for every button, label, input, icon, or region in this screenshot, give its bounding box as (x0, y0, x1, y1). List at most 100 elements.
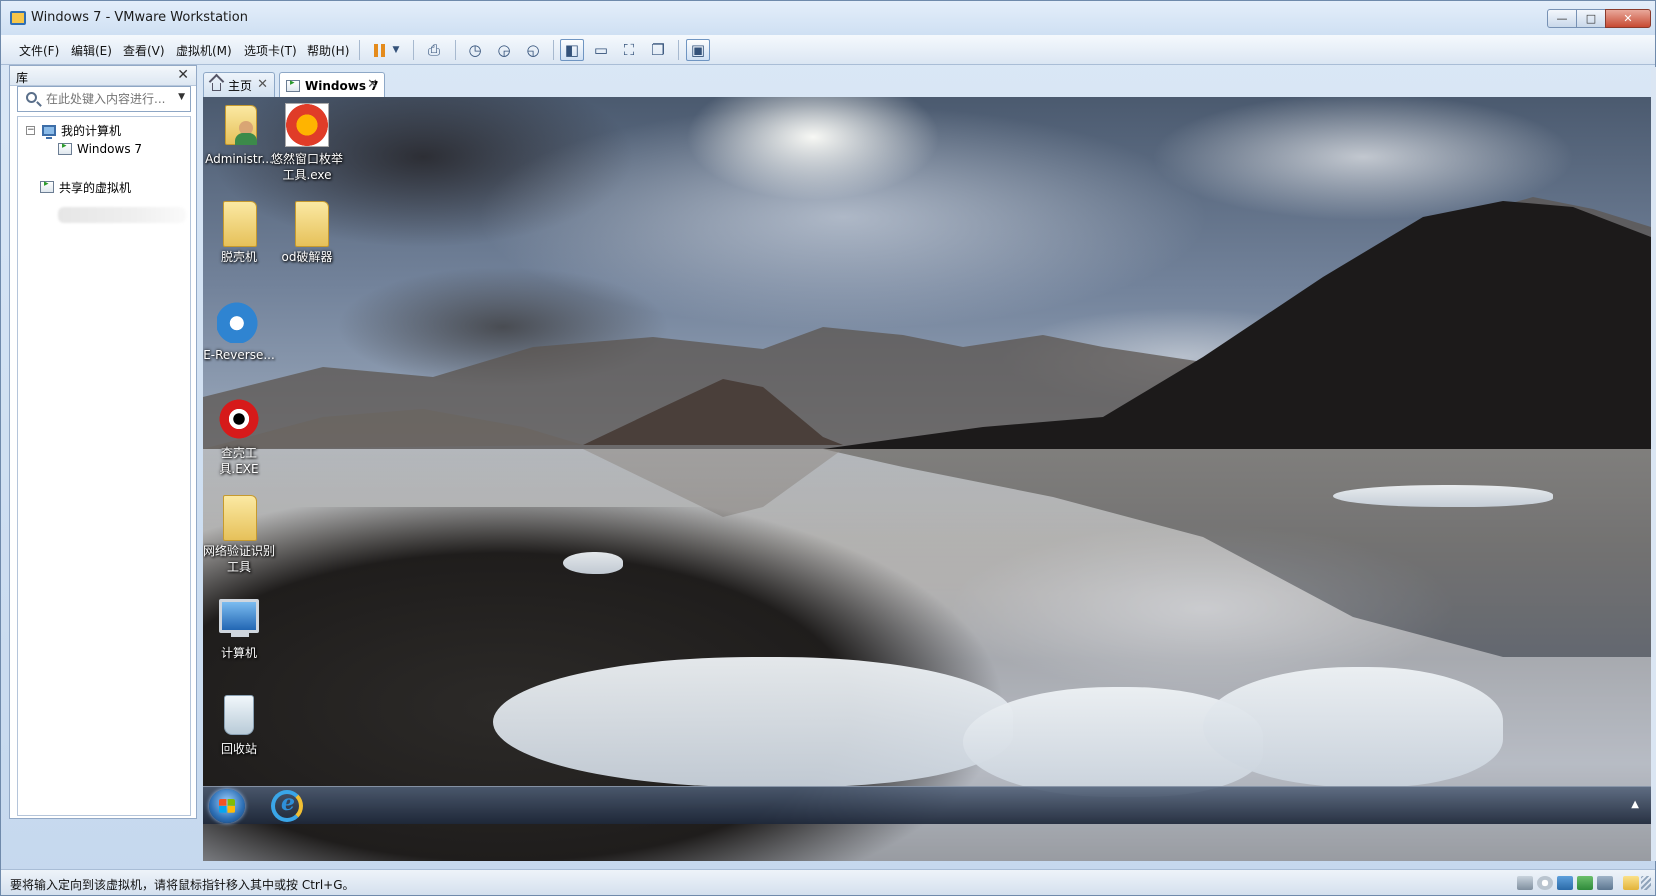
sound-card-icon[interactable] (1597, 876, 1613, 890)
console-view-button[interactable]: ▣ (686, 39, 710, 61)
resize-grip[interactable] (1641, 876, 1651, 890)
tab-home[interactable]: 主页 ✕ (203, 72, 275, 97)
tab-close-icon[interactable]: ✕ (257, 77, 268, 92)
search-icon (26, 92, 37, 103)
folder-icon (285, 201, 329, 247)
usb-device-icon[interactable] (1577, 876, 1593, 890)
show-thumbnail-bar-button[interactable]: ▭ (589, 39, 613, 61)
tab-close-icon[interactable]: ✕ (367, 77, 378, 92)
take-snapshot-button[interactable]: ◷ (463, 39, 487, 61)
recycle-bin-icon (217, 693, 261, 737)
tab-label: 主页 (228, 78, 253, 93)
pause-icon (373, 43, 385, 57)
network-adapter-icon[interactable] (1557, 876, 1573, 890)
menu-help[interactable]: 帮助(H) (307, 42, 349, 59)
message-log-icon[interactable] (1623, 876, 1639, 890)
menu-toolbar: 文件(F) 编辑(E) 查看(V) 虚拟机(M) 选项卡(T) 帮助(H) ▼ … (1, 35, 1655, 65)
tree-item-label: 我的计算机 (61, 123, 122, 138)
computer-icon (42, 124, 56, 139)
collapse-icon[interactable]: − (26, 125, 35, 135)
maximize-button[interactable]: □ (1576, 9, 1606, 28)
revert-snapshot-button[interactable]: ◶ (492, 39, 516, 61)
tree-item-my-computer[interactable]: − 我的计算机 (26, 121, 121, 139)
library-tree: − 我的计算机 Windows 7 共享的虚拟机 (17, 116, 191, 816)
library-search-input[interactable] (46, 90, 172, 108)
full-screen-button[interactable]: ⛶ (617, 39, 641, 61)
chevron-down-icon[interactable]: ▼ (178, 92, 185, 102)
app-icon (217, 299, 261, 343)
status-bar: 要将输入定向到该虚拟机，请将鼠标指针移入其中或按 Ctrl+G。 (1, 869, 1655, 895)
cd-drive-icon[interactable] (1537, 876, 1553, 890)
tree-item-windows7[interactable]: Windows 7 (58, 140, 142, 158)
keyboard-icon: ⎙ (427, 40, 440, 59)
vm-screen[interactable]: Administr... 悠然窗口枚举工具.exe 脱壳机 od破解器 E-Re… (203, 97, 1651, 861)
tray-expand-icon[interactable]: ▲ (1631, 799, 1639, 810)
desktop-icon-od-cracker[interactable]: od破解器 (271, 201, 343, 265)
menu-tabs[interactable]: 选项卡(T) (244, 42, 297, 59)
wallpaper-ice (1203, 667, 1503, 787)
desktop-icon-window-enum-tool[interactable]: 悠然窗口枚举工具.exe (271, 103, 343, 183)
right-edge-strip (1651, 67, 1656, 861)
hard-disk-icon[interactable] (1517, 876, 1533, 890)
desktop-icon-network-verify-tool[interactable]: 网络验证识别工具 (203, 495, 275, 575)
tree-item-shared-vms[interactable]: 共享的虚拟机 (40, 178, 131, 196)
snapshot-manager-icon: ◵ (526, 40, 540, 59)
app-exe-icon (285, 103, 329, 147)
wallpaper-ice (493, 657, 1013, 787)
unity-button[interactable]: ❐ (646, 39, 670, 61)
console-view-icon: ▣ (690, 40, 706, 59)
desktop-icon-e-reverse[interactable]: E-Reverse... (203, 299, 275, 363)
internet-explorer-icon[interactable] (271, 790, 303, 822)
wallpaper-ice (563, 552, 623, 574)
library-header: 库 ✕ (10, 66, 196, 86)
library-panel: 库 ✕ ▼ − 我的计算机 Windows 7 共享的虚拟机 (9, 65, 197, 819)
unity-icon: ❐ (651, 40, 665, 59)
tab-windows7[interactable]: Windows 7 ✕ (279, 72, 385, 98)
thumbnail-bar-icon: ▭ (593, 40, 609, 59)
minimize-button[interactable]: — (1547, 9, 1577, 28)
menu-vm[interactable]: 虚拟机(M) (176, 42, 232, 59)
folder-icon (217, 495, 261, 541)
chevron-down-icon: ▼ (392, 44, 400, 55)
desktop-icon-administrator[interactable]: Administr... (203, 103, 275, 167)
library-close-icon[interactable]: ✕ (177, 67, 189, 83)
full-screen-icon: ⛶ (623, 40, 635, 59)
snapshot-manager-button[interactable]: ◵ (521, 39, 545, 61)
desktop-icon-unpacker[interactable]: 脱壳机 (203, 201, 275, 265)
library-search[interactable]: ▼ (17, 86, 191, 112)
snapshot-icon: ◷ (468, 40, 482, 59)
toolbar-separator (678, 40, 679, 60)
start-button[interactable] (209, 789, 245, 823)
show-library-button[interactable]: ◧ (560, 39, 584, 61)
desktop-icon-label: 脱壳机 (220, 250, 257, 264)
title-bar[interactable]: Windows 7 - VMware Workstation — □ ✕ (1, 1, 1655, 35)
vm-icon (286, 78, 300, 92)
desktop-icon-shell-checker[interactable]: 查壳工具.EXE (203, 397, 275, 477)
toolbar-separator (553, 40, 554, 60)
menu-file[interactable]: 文件(F) (19, 42, 59, 59)
menu-edit[interactable]: 编辑(E) (71, 42, 112, 59)
desktop-icon-label: E-Reverse... (203, 348, 275, 362)
close-button[interactable]: ✕ (1605, 9, 1651, 28)
desktop-icon-label: 悠然窗口枚举工具.exe (271, 152, 344, 182)
power-dropdown-button[interactable]: ▼ (389, 39, 403, 61)
blurred-tree-item (58, 207, 186, 223)
desktop-icon-label: 回收站 (220, 742, 257, 756)
desktop-icon-computer[interactable]: 计算机 (203, 597, 275, 661)
pause-vm-button[interactable] (367, 39, 391, 61)
menu-view[interactable]: 查看(V) (123, 42, 165, 59)
toolbar-separator (455, 40, 456, 60)
computer-icon (217, 597, 261, 641)
library-title: 库 (16, 71, 29, 85)
desktop-icon-label: 计算机 (220, 646, 257, 660)
send-ctrl-alt-del-button[interactable]: ⎙ (422, 39, 446, 61)
toolbar-separator (413, 40, 414, 60)
tab-bar: 主页 ✕ Windows 7 ✕ (203, 67, 1651, 98)
vmware-app-icon (10, 11, 26, 25)
desktop-icon-recycle-bin[interactable]: 回收站 (203, 693, 275, 757)
home-icon (210, 80, 223, 91)
vm-icon (58, 141, 72, 155)
desktop-icon-label: 网络验证识别工具 (203, 544, 276, 574)
folder-icon (217, 201, 261, 247)
toolbar-separator (359, 40, 360, 60)
